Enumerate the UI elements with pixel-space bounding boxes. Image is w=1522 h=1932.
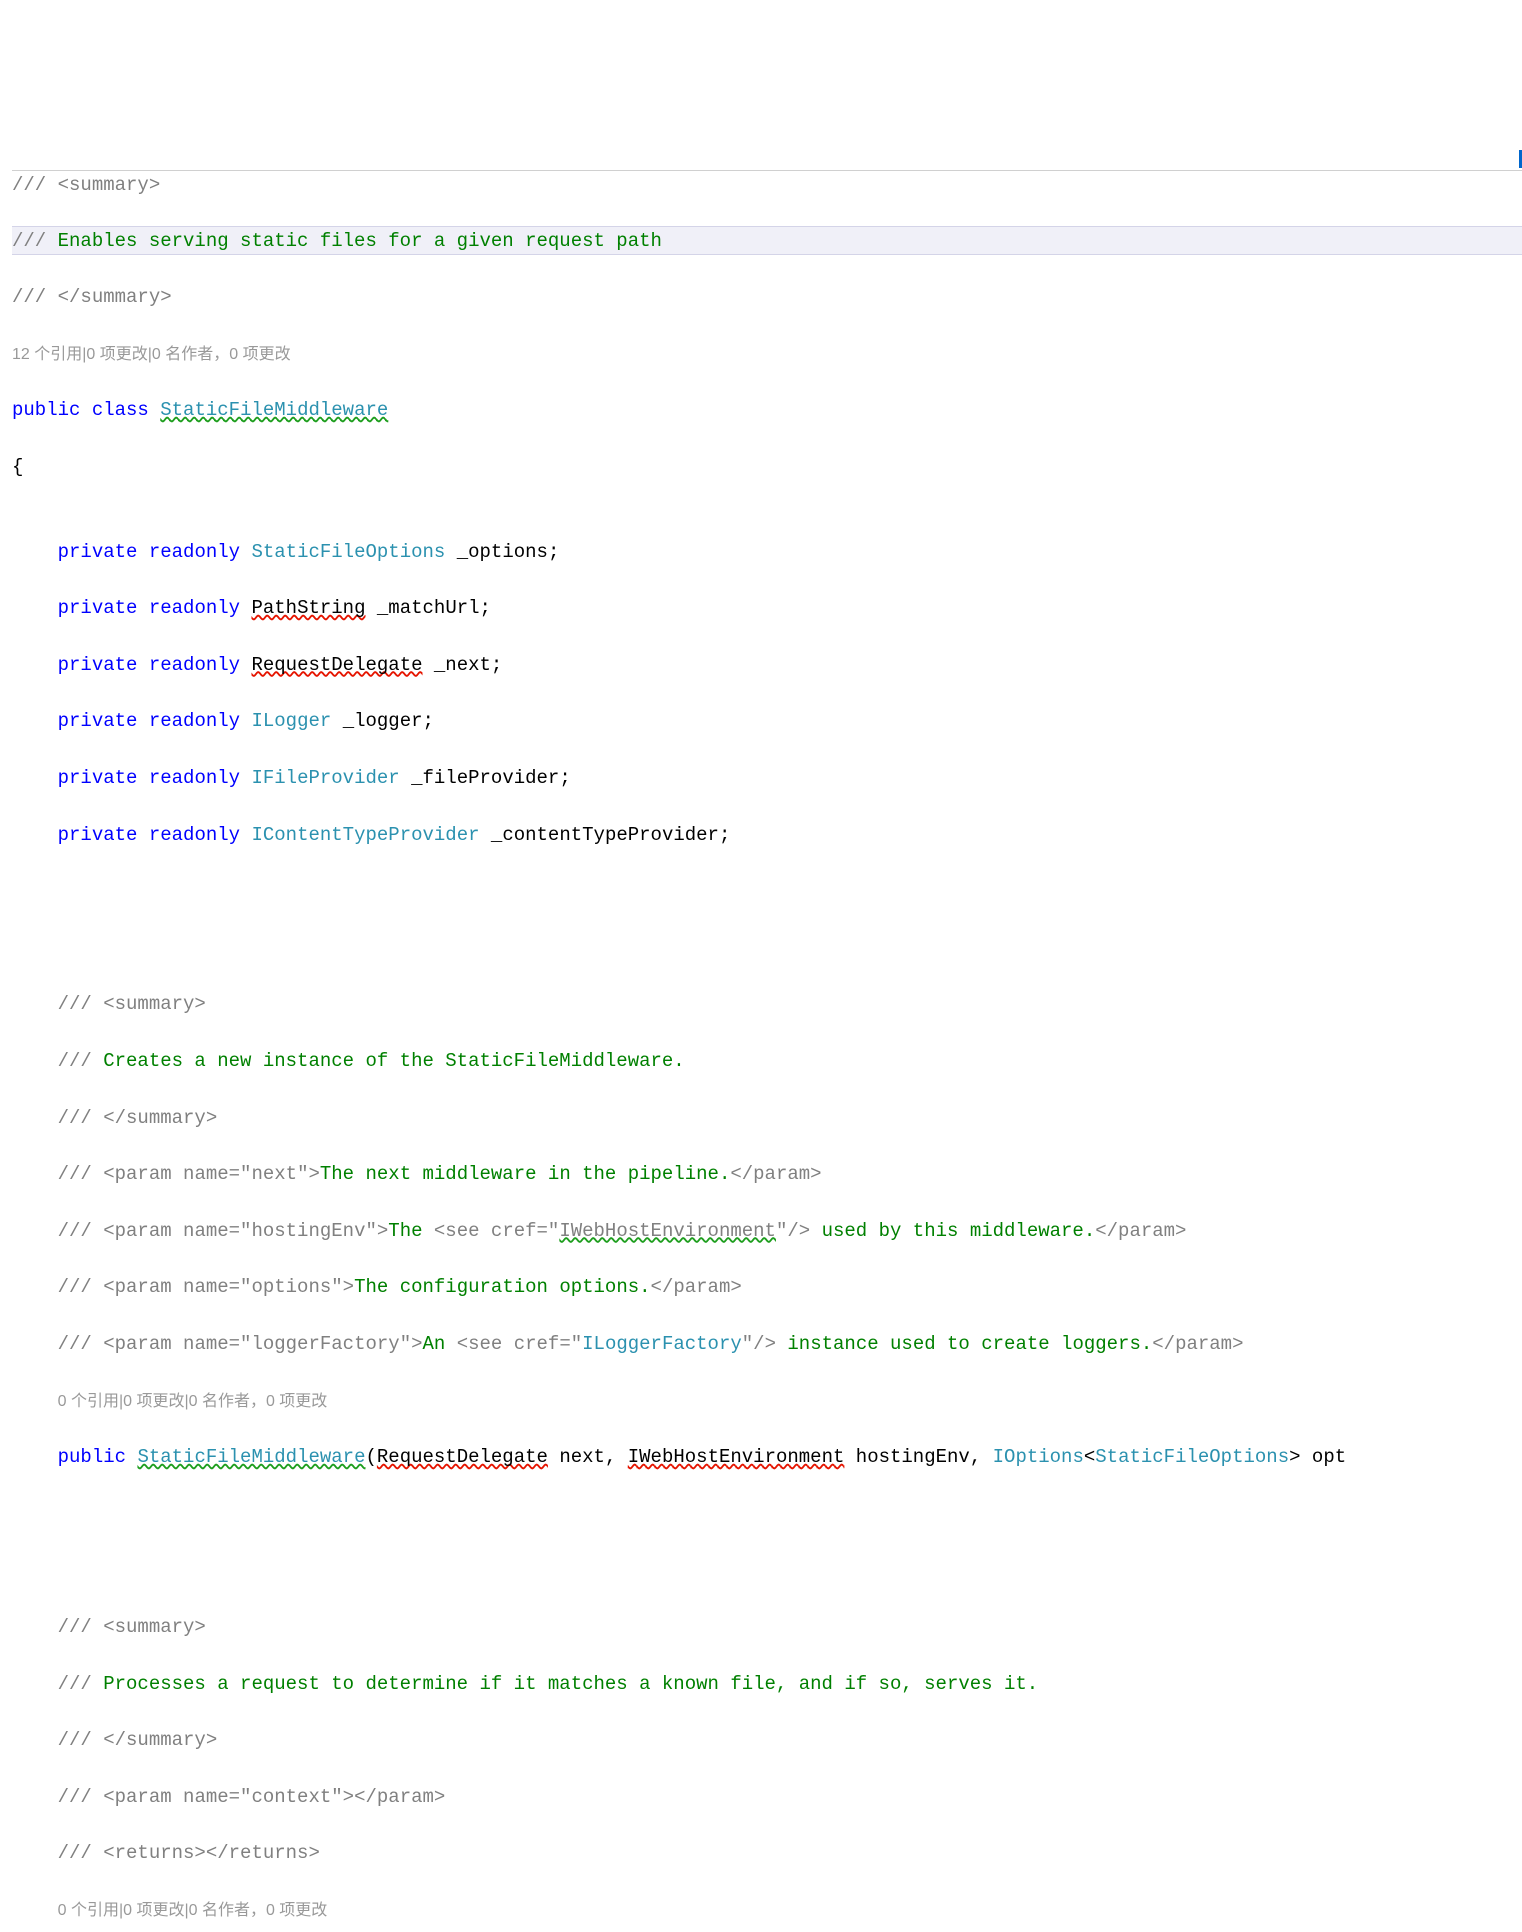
param: opt [1312, 1446, 1346, 1468]
keyword: readonly [149, 767, 240, 789]
type-name: IOptions [993, 1446, 1084, 1468]
code-line[interactable]: private readonly IFileProvider _fileProv… [12, 764, 1522, 792]
keyword: private [58, 767, 138, 789]
code-line[interactable]: /// <returns></returns> [12, 1839, 1522, 1867]
ctor-name: StaticFileMiddleware [137, 1446, 365, 1468]
keyword: private [58, 710, 138, 732]
field-name: _fileProvider [411, 767, 559, 789]
param-name: loggerFactory [251, 1333, 399, 1355]
class-name: StaticFileMiddleware [160, 399, 388, 421]
code-line[interactable]: private readonly ILogger _logger; [12, 707, 1522, 735]
param-name: options [251, 1276, 331, 1298]
keyword: class [92, 399, 149, 421]
code-line[interactable]: /// Processes a request to determine if … [12, 1670, 1522, 1698]
field-name: _options [457, 541, 548, 563]
keyword: private [58, 597, 138, 619]
param-name: hostingEnv [251, 1220, 365, 1242]
doc-summary-text: Creates a new instance of the StaticFile… [103, 1050, 685, 1072]
code-line[interactable]: /// <param name="options">The configurat… [12, 1273, 1522, 1301]
codelens-line[interactable]: 12 个引用|0 项更改|0 名作者，0 项更改 [12, 340, 1522, 368]
param: hostingEnv [856, 1446, 970, 1468]
code-line[interactable]: /// <param name="context"></param> [12, 1783, 1522, 1811]
code-line[interactable]: private readonly RequestDelegate _next; [12, 651, 1522, 679]
xml-tag: </summary> [103, 1729, 217, 1751]
code-line[interactable]: /// <summary> [12, 170, 1522, 198]
type-name: StaticFileOptions [1095, 1446, 1289, 1468]
brace: { [12, 456, 23, 478]
keyword: readonly [149, 597, 240, 619]
type-name: StaticFileOptions [251, 541, 445, 563]
keyword: readonly [149, 654, 240, 676]
blank-line[interactable] [12, 906, 1522, 934]
code-line[interactable]: public class StaticFileMiddleware [12, 396, 1522, 424]
code-line[interactable]: private readonly PathString _matchUrl; [12, 594, 1522, 622]
param-name: next [251, 1163, 297, 1185]
keyword: readonly [149, 541, 240, 563]
codelens-line[interactable]: 0 个引用|0 项更改|0 名作者，0 项更改 [12, 1896, 1522, 1924]
xml-tag: <summary> [58, 174, 161, 196]
codelens-text[interactable]: 0 个引用|0 项更改|0 名作者，0 项更改 [58, 1902, 328, 1919]
field-name: _matchUrl [377, 597, 480, 619]
see-cref: IWebHostEnvironment [559, 1220, 776, 1242]
xml-tag: <summary> [103, 993, 206, 1015]
field-name: _logger [343, 710, 423, 732]
keyword: readonly [149, 710, 240, 732]
keyword: public [12, 399, 80, 421]
codelens-text[interactable]: 0 个引用|0 项更改|0 名作者，0 项更改 [58, 1393, 328, 1410]
keyword: readonly [149, 824, 240, 846]
type-name: IContentTypeProvider [251, 824, 479, 846]
code-line[interactable]: /// </summary> [12, 1726, 1522, 1754]
code-line[interactable]: /// <param name="loggerFactory">An <see … [12, 1330, 1522, 1358]
doc-comment-slashes: /// [12, 174, 58, 196]
doc-comment-slashes: /// [12, 286, 58, 308]
xml-tag: <returns></returns> [103, 1842, 320, 1864]
code-line[interactable]: public StaticFileMiddleware(RequestDeleg… [12, 1443, 1522, 1471]
see-cref: ILoggerFactory [582, 1333, 742, 1355]
code-line-highlighted[interactable]: /// Enables serving static files for a g… [12, 226, 1522, 254]
xml-tag: </summary> [58, 286, 172, 308]
type-name: ILogger [251, 710, 331, 732]
doc-summary-text: Enables serving static files for a given… [58, 230, 662, 252]
type-name: RequestDelegate [251, 654, 422, 676]
code-line[interactable]: /// </summary> [12, 1104, 1522, 1132]
keyword: private [58, 654, 138, 676]
code-line[interactable]: { [12, 453, 1522, 481]
type-name: PathString [251, 597, 365, 619]
code-line[interactable]: private readonly StaticFileOptions _opti… [12, 538, 1522, 566]
code-line[interactable]: private readonly IContentTypeProvider _c… [12, 821, 1522, 849]
param-name: context [251, 1786, 331, 1808]
doc-summary-text: Processes a request to determine if it m… [103, 1673, 1038, 1695]
code-line[interactable]: /// <summary> [12, 1613, 1522, 1641]
type-name: IFileProvider [251, 767, 399, 789]
keyword: private [58, 541, 138, 563]
codelens-text[interactable]: 12 个引用|0 项更改|0 名作者，0 项更改 [12, 346, 291, 363]
doc-comment-slashes: /// [12, 230, 58, 252]
codelens-line[interactable]: 0 个引用|0 项更改|0 名作者，0 项更改 [12, 1387, 1522, 1415]
type-name: IWebHostEnvironment [628, 1446, 845, 1468]
code-line[interactable]: /// </summary> [12, 283, 1522, 311]
param: next [559, 1446, 605, 1468]
code-line[interactable]: /// <summary> [12, 990, 1522, 1018]
code-editor[interactable]: /// <summary> /// Enables serving static… [0, 113, 1522, 1932]
keyword: private [58, 824, 138, 846]
xml-tag: </summary> [103, 1107, 217, 1129]
xml-tag: <summary> [103, 1616, 206, 1638]
field-name: _contentTypeProvider [491, 824, 719, 846]
param-desc: The next middleware in the pipeline. [320, 1163, 730, 1185]
code-line[interactable]: /// <param name="hostingEnv">The <see cr… [12, 1217, 1522, 1245]
code-line[interactable]: /// Creates a new instance of the Static… [12, 1047, 1522, 1075]
type-name: RequestDelegate [377, 1446, 548, 1468]
blank-line[interactable] [12, 1528, 1522, 1556]
code-line[interactable]: /// <param name="next">The next middlewa… [12, 1160, 1522, 1188]
field-name: _next [434, 654, 491, 676]
